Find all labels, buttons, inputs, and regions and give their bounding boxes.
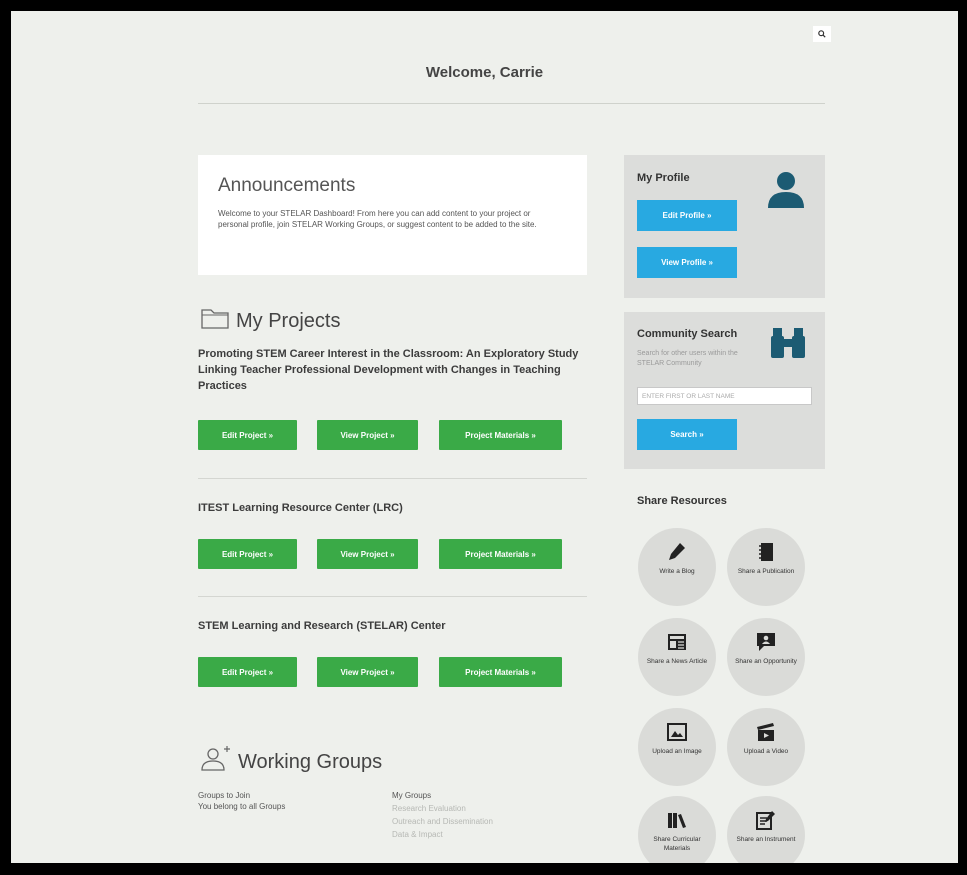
view-project-button[interactable]: View Project » (317, 539, 418, 569)
my-group-link[interactable]: Data & Impact (392, 829, 493, 840)
instrument-edit-icon (756, 809, 776, 831)
edit-project-button[interactable]: Edit Project » (198, 657, 297, 687)
project-2-name[interactable]: ITEST Learning Resource Center (LRC) (198, 500, 593, 516)
upload-image-button[interactable]: Upload an Image (638, 708, 716, 786)
my-projects-heading: My Projects (200, 306, 340, 336)
notebook-icon (758, 541, 774, 563)
share-publication-button[interactable]: Share a Publication (727, 528, 805, 606)
speech-bubble-icon (756, 631, 776, 653)
project-divider (198, 596, 587, 597)
pencil-icon (668, 541, 686, 563)
community-search-panel: Community Search Search for other users … (624, 312, 825, 469)
groups-to-join: Groups to Join You belong to all Groups (198, 790, 285, 812)
newspaper-icon (667, 631, 687, 653)
image-icon (667, 721, 687, 743)
my-profile-panel: My Profile Edit Profile » View Profile » (624, 155, 825, 298)
user-icon (764, 170, 808, 215)
my-groups: My Groups Research Evaluation Outreach a… (392, 790, 493, 840)
community-search-button[interactable]: Search » (637, 419, 737, 450)
share-opportunity-button[interactable]: Share an Opportunity (727, 618, 805, 696)
upload-video-button[interactable]: Upload a Video (727, 708, 805, 786)
view-project-button[interactable]: View Project » (317, 657, 418, 687)
my-projects-title: My Projects (236, 309, 341, 332)
add-user-icon (200, 745, 238, 779)
write-blog-button[interactable]: Write a Blog (638, 528, 716, 606)
edit-profile-button[interactable]: Edit Profile » (637, 200, 737, 231)
working-groups-title: Working Groups (238, 750, 383, 773)
edit-project-button[interactable]: Edit Project » (198, 539, 297, 569)
project-materials-button[interactable]: Project Materials » (439, 657, 562, 687)
view-project-button[interactable]: View Project » (317, 420, 418, 450)
binoculars-icon (770, 326, 806, 365)
project-materials-button[interactable]: Project Materials » (439, 539, 562, 569)
my-profile-title: My Profile (637, 172, 690, 184)
search-icon[interactable] (813, 26, 831, 42)
folder-icon (200, 306, 236, 336)
announcements-body: Welcome to your STELAR Dashboard! From h… (218, 209, 537, 229)
books-icon (667, 809, 687, 831)
project-1-name[interactable]: Promoting STEM Career Interest in the Cl… (198, 346, 593, 394)
announcements-title: Announcements (218, 175, 356, 196)
share-curricular-button[interactable]: Share Curricular Materials (638, 796, 716, 863)
edit-project-button[interactable]: Edit Project » (198, 420, 297, 450)
my-groups-label: My Groups (392, 791, 432, 800)
video-clapper-icon (756, 721, 776, 743)
welcome-heading: Welcome, Carrie (425, 64, 544, 81)
view-profile-button[interactable]: View Profile » (637, 247, 737, 278)
share-resources-title: Share Resources (637, 495, 727, 507)
project-divider (198, 478, 587, 479)
announcements-card: Announcements Welcome to your STELAR Das… (198, 155, 587, 275)
header-divider (198, 103, 825, 104)
my-group-link[interactable]: Outreach and Dissemination (392, 816, 493, 827)
project-materials-button[interactable]: Project Materials » (439, 420, 562, 450)
share-news-button[interactable]: Share a News Article (638, 618, 716, 696)
groups-to-join-label: Groups to Join (198, 791, 251, 800)
share-instrument-button[interactable]: Share an Instrument (727, 796, 805, 863)
community-search-title: Community Search (637, 328, 738, 340)
community-search-hint: Search for other users within the STELAR… (637, 350, 738, 367)
project-3-name[interactable]: STEM Learning and Research (STELAR) Cent… (198, 618, 593, 634)
user-search-input[interactable] (637, 387, 812, 405)
my-group-link[interactable]: Research Evaluation (392, 803, 493, 814)
dashboard-page: Welcome, Carrie Announcements Welcome to… (11, 11, 958, 863)
groups-to-join-text: You belong to all Groups (198, 802, 286, 811)
working-groups-heading: Working Groups (200, 745, 382, 779)
